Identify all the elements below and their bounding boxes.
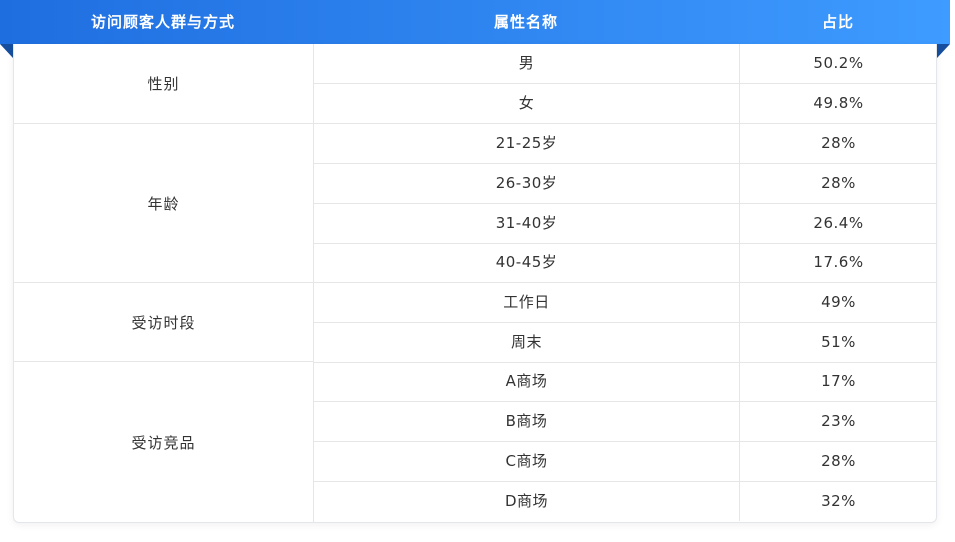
attribute-percentage: 28% [821, 134, 856, 152]
attribute-percentage: 49% [821, 293, 856, 311]
attribute-percentage: 17% [821, 372, 856, 390]
header-fold-right [937, 44, 950, 58]
attribute-percentage: 28% [821, 452, 856, 470]
group-label: 性别 [147, 75, 180, 93]
attribute-percentage: 26.4% [813, 214, 864, 232]
data-table: 性别 男 50.2% 女 49.8% 年龄 21-25岁 28% 26-30岁 … [13, 44, 937, 523]
table-row: A商场 17% [314, 362, 937, 402]
attribute-percentage: 23% [821, 412, 856, 430]
attribute-percentage: 28% [821, 174, 856, 192]
table-header: 访问顾客人群与方式 属性名称 占比 [0, 0, 950, 44]
table-row: 周末 51% [314, 323, 937, 363]
attribute-name: 21-25岁 [314, 124, 740, 163]
table-row: D商场 32% [314, 482, 937, 522]
attribute-name: C商场 [314, 442, 740, 481]
attribute-name: 26-30岁 [314, 164, 740, 203]
group-label: 受访竞品 [131, 434, 196, 452]
attribute-percentage: 17.6% [813, 253, 864, 271]
table-row: 21-25岁 28% [314, 124, 937, 164]
group-cell-age: 年龄 [14, 124, 314, 283]
attribute-percentage: 51% [821, 333, 856, 351]
header-percentage: 占比 [821, 13, 854, 31]
table-row: C商场 28% [314, 442, 937, 482]
attribute-name: 女 [314, 84, 740, 123]
group-cell-competitor: 受访竞品 [14, 362, 314, 523]
attribute-name: 31-40岁 [314, 204, 740, 243]
attribute-name: A商场 [314, 362, 740, 401]
attribute-name: 周末 [314, 323, 740, 362]
attribute-name: B商场 [314, 402, 740, 441]
attribute-name: 40-45岁 [314, 243, 740, 282]
group-label: 年龄 [147, 194, 180, 213]
header-fold-left [0, 44, 13, 58]
header-visitor-group: 访问顾客人群与方式 [90, 13, 235, 31]
attribute-name: D商场 [314, 482, 740, 521]
attribute-percentage: 49.8% [813, 94, 864, 112]
table-row: 男 50.2% [314, 44, 937, 84]
table-row: 40-45岁 17.6% [314, 243, 937, 283]
header-attribute-name: 属性名称 [493, 13, 558, 31]
attribute-name: 工作日 [314, 283, 740, 322]
group-cell-gender: 性别 [14, 44, 314, 124]
attribute-percentage: 50.2% [813, 54, 864, 72]
table-row: 31-40岁 26.4% [314, 204, 937, 244]
group-label: 受访时段 [131, 313, 196, 332]
attribute-percentage: 32% [821, 492, 856, 510]
group-cell-visit-period: 受访时段 [14, 283, 314, 362]
table-row: 工作日 49% [314, 283, 937, 323]
table-row: 26-30岁 28% [314, 164, 937, 204]
attribute-name: 男 [314, 44, 740, 83]
table-row: B商场 23% [314, 402, 937, 442]
table-row: 女 49.8% [314, 84, 937, 124]
